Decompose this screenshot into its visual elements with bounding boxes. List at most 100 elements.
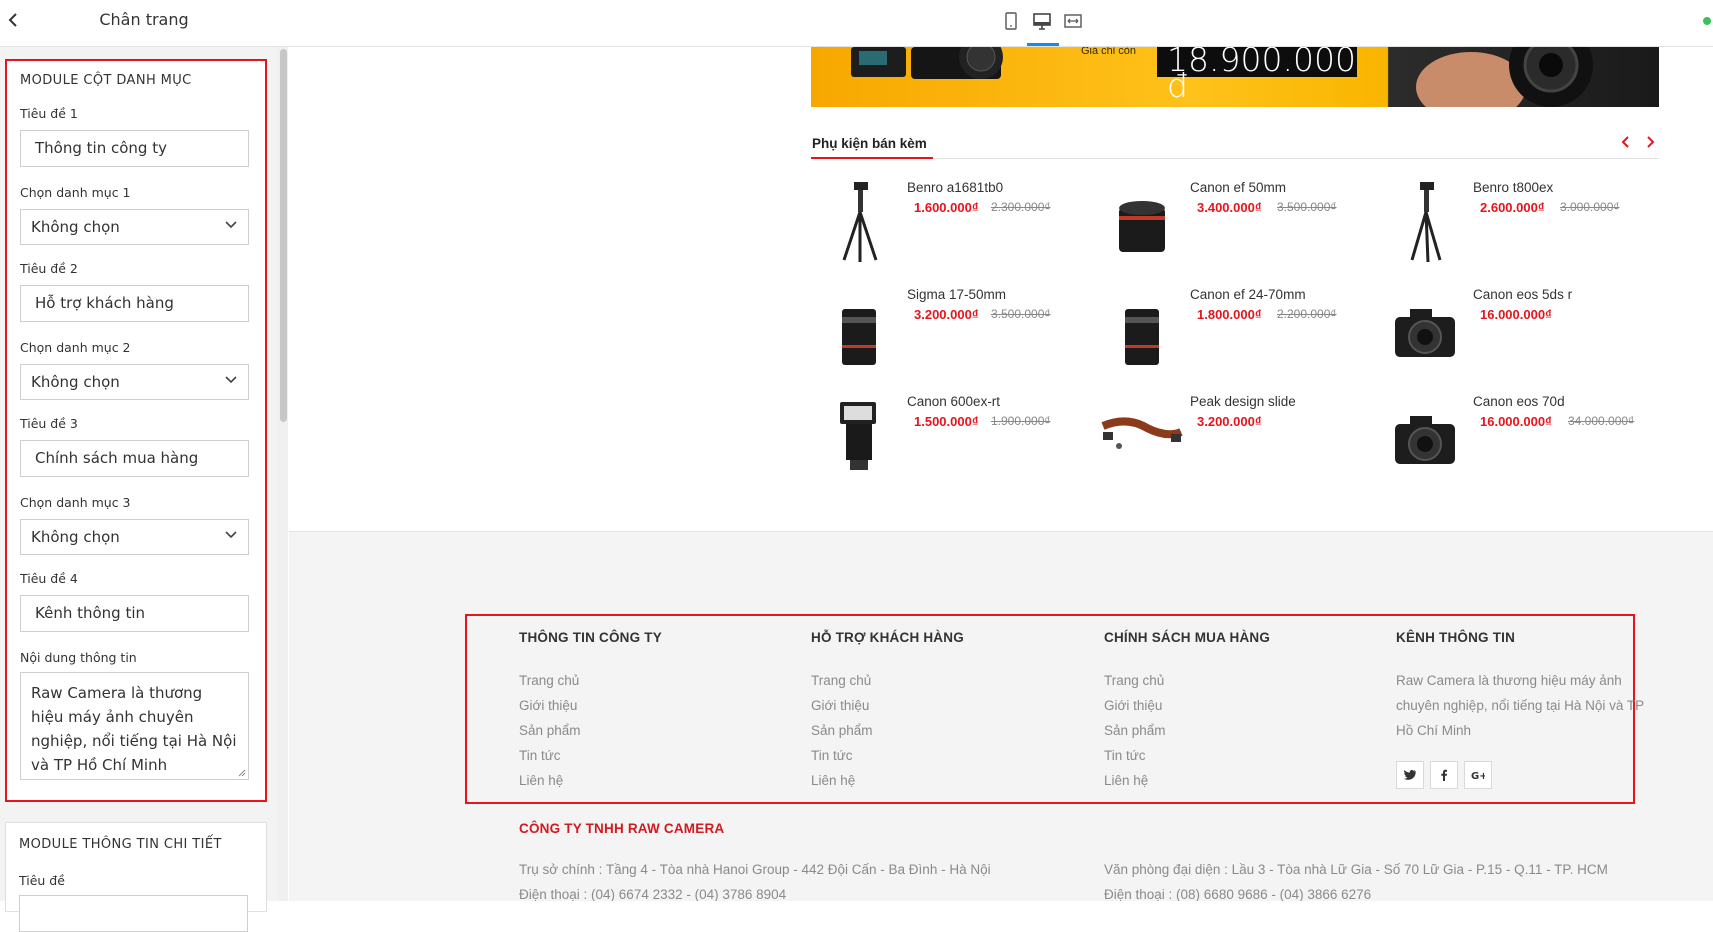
camera-icon bbox=[1395, 416, 1455, 464]
product-price: 16.000.000₫ bbox=[1480, 307, 1552, 322]
sidebar-header: Chân trang bbox=[0, 0, 288, 47]
google-plus-button[interactable]: G+ bbox=[1464, 761, 1492, 789]
category-1-select[interactable]: Không chọn bbox=[20, 209, 249, 245]
product-name[interactable]: Benro t800ex bbox=[1473, 180, 1553, 195]
tripod-icon bbox=[842, 182, 878, 262]
product-card[interactable]: Canon eos 5ds r 16.000.000₫ bbox=[1380, 285, 1650, 375]
fullwidth-icon[interactable] bbox=[1062, 10, 1084, 32]
camera-back-image bbox=[851, 47, 1003, 79]
product-price: 3.200.000₫ bbox=[914, 307, 979, 322]
product-old-price: 34.000.000₫ bbox=[1568, 414, 1635, 428]
module-detail-info: MODULE THÔNG TIN CHI TIẾT Tiêu đề bbox=[5, 822, 267, 932]
footer-link[interactable]: Liên hệ bbox=[811, 773, 855, 788]
category-1-value: Không chọn bbox=[31, 218, 120, 236]
sidebar-scrollbar[interactable] bbox=[278, 47, 288, 901]
site-footer: THÔNG TIN CÔNG TY Trang chủ Giới thiệu S… bbox=[289, 531, 1713, 901]
footer-link[interactable]: Tin tức bbox=[811, 748, 853, 763]
category-1-label: Chọn danh mục 1 bbox=[20, 185, 131, 200]
product-card[interactable]: Canon eos 70d 16.000.000₫ 34.000.000₫ bbox=[1380, 392, 1650, 482]
product-card[interactable]: Benro t800ex 2.600.000₫ 3.000.000₫ bbox=[1380, 178, 1650, 268]
product-card[interactable]: Canon ef 24-70mm 1.800.000₫ 2.200.000₫ bbox=[1097, 285, 1367, 375]
product-card[interactable]: Peak design slide 3.200.000₫ bbox=[1097, 392, 1367, 482]
resize-grip-icon[interactable] bbox=[238, 769, 246, 777]
title-1-input[interactable]: Thông tin công ty bbox=[20, 130, 249, 167]
product-price: 1.800.000₫ bbox=[1197, 307, 1262, 322]
product-name[interactable]: Benro a1681tb0 bbox=[907, 180, 1003, 195]
company-office-phone: Điện thoại : (08) 6680 9686 - (04) 3866 … bbox=[1104, 887, 1372, 901]
footer-link[interactable]: Tin tức bbox=[519, 748, 561, 763]
photographer-image bbox=[1416, 47, 1593, 107]
banner-caption: Giá chỉ còn bbox=[1081, 47, 1137, 57]
footer-link[interactable]: Liên hệ bbox=[519, 773, 563, 788]
product-name[interactable]: Canon ef 24-70mm bbox=[1190, 287, 1306, 302]
company-hq-phone: Điện thoại : (04) 6674 2332 - (04) 3786 … bbox=[519, 887, 787, 901]
title-2-input[interactable]: Hỗ trợ khách hàng bbox=[20, 285, 249, 322]
product-name[interactable]: Canon eos 5ds r bbox=[1473, 287, 1572, 302]
footer-link[interactable]: Sản phẩm bbox=[1104, 723, 1166, 738]
product-card[interactable]: Canon 600ex-rt 1.500.000₫ 1.900.000₫ bbox=[814, 392, 1084, 482]
category-2-select[interactable]: Không chọn bbox=[20, 364, 249, 400]
product-price: 2.600.000₫ bbox=[1480, 200, 1545, 215]
carousel-prev-button[interactable] bbox=[1618, 133, 1634, 151]
category-3-label: Chọn danh mục 3 bbox=[20, 495, 131, 510]
product-old-price: 2.300.000₫ bbox=[991, 200, 1051, 214]
footer-link[interactable]: Giới thiệu bbox=[519, 698, 577, 713]
zoom-lens-icon bbox=[842, 309, 876, 365]
carousel-next-button[interactable] bbox=[1642, 133, 1658, 151]
info-content-value: Raw Camera là thương hiệu máy ảnh chuyên… bbox=[31, 684, 237, 774]
mobile-icon[interactable] bbox=[1000, 10, 1022, 32]
promo-banner[interactable]: Giá chỉ còn 18.900.000 đ bbox=[811, 47, 1659, 107]
footer-link[interactable]: Trang chủ bbox=[811, 673, 871, 688]
google-plus-icon: G+ bbox=[1471, 771, 1485, 782]
product-card[interactable]: Benro a1681tb0 1.600.000₫ 2.300.000₫ bbox=[814, 178, 1084, 268]
product-price: 16.000.000₫ bbox=[1480, 414, 1552, 429]
product-price: 3.400.000₫ bbox=[1197, 200, 1262, 215]
zoom-lens-icon bbox=[1125, 309, 1159, 365]
accessories-heading: Phụ kiện bán kèm bbox=[812, 136, 927, 151]
desktop-icon[interactable] bbox=[1031, 10, 1053, 32]
category-3-select[interactable]: Không chọn bbox=[20, 519, 249, 555]
strap-icon bbox=[1101, 417, 1183, 449]
title-1-label: Tiêu đề 1 bbox=[20, 106, 78, 121]
footer-link[interactable]: Sản phẩm bbox=[519, 723, 581, 738]
product-old-price: 3.500.000₫ bbox=[1277, 200, 1337, 214]
product-name[interactable]: Canon ef 50mm bbox=[1190, 180, 1286, 195]
editor-sidebar: Chân trang MODULE CỘT DANH MỤC Tiêu đề 1… bbox=[0, 0, 288, 932]
camera-icon bbox=[1395, 309, 1455, 357]
product-name[interactable]: Sigma 17-50mm bbox=[907, 287, 1006, 302]
module-heading: MODULE CỘT DANH MỤC bbox=[20, 73, 192, 88]
footer-column-title: THÔNG TIN CÔNG TY bbox=[519, 630, 662, 645]
divider bbox=[811, 158, 1659, 159]
footer-link[interactable]: Trang chủ bbox=[519, 673, 579, 688]
scrollbar-thumb[interactable] bbox=[280, 49, 287, 422]
module-category-columns: MODULE CỘT DANH MỤC Tiêu đề 1 Thông tin … bbox=[5, 59, 267, 802]
module-heading: MODULE THÔNG TIN CHI TIẾT bbox=[19, 837, 222, 852]
footer-link[interactable]: Trang chủ bbox=[1104, 673, 1164, 688]
product-name[interactable]: Canon 600ex-rt bbox=[907, 394, 1000, 409]
footer-link[interactable]: Giới thiệu bbox=[1104, 698, 1162, 713]
footer-link[interactable]: Sản phẩm bbox=[811, 723, 873, 738]
chevron-left-icon bbox=[1621, 136, 1629, 148]
facebook-button[interactable] bbox=[1430, 761, 1458, 789]
footer-link[interactable]: Liên hệ bbox=[1104, 773, 1148, 788]
footer-link[interactable]: Tin tức bbox=[1104, 748, 1146, 763]
company-office-address: Văn phòng đại diện : Lầu 3 - Tòa nhà Lữ … bbox=[1104, 862, 1608, 877]
info-content-textarea[interactable]: Raw Camera là thương hiệu máy ảnh chuyên… bbox=[20, 672, 249, 780]
title-4-input[interactable]: Kênh thông tin bbox=[20, 595, 249, 632]
product-old-price: 2.200.000₫ bbox=[1277, 307, 1337, 321]
product-name[interactable]: Peak design slide bbox=[1190, 394, 1296, 409]
info-content-label: Nội dung thông tin bbox=[20, 650, 137, 665]
category-2-value: Không chọn bbox=[31, 373, 120, 391]
product-old-price: 3.500.000₫ bbox=[991, 307, 1051, 321]
product-old-price: 1.900.000₫ bbox=[991, 414, 1051, 428]
product-card[interactable]: Canon ef 50mm 3.400.000₫ 3.500.000₫ bbox=[1097, 178, 1367, 268]
product-name[interactable]: Canon eos 70d bbox=[1473, 394, 1565, 409]
title-3-input[interactable]: Chính sách mua hàng bbox=[20, 440, 249, 477]
title-3-label: Tiêu đề 3 bbox=[20, 416, 78, 431]
detail-title-label: Tiêu đề bbox=[19, 873, 65, 888]
footer-link[interactable]: Giới thiệu bbox=[811, 698, 869, 713]
twitter-button[interactable] bbox=[1396, 761, 1424, 789]
company-hq-address: Trụ sở chính : Tầng 4 - Tòa nhà Hanoi Gr… bbox=[519, 862, 991, 877]
product-card[interactable]: Sigma 17-50mm 3.200.000₫ 3.500.000₫ bbox=[814, 285, 1084, 375]
product-old-price: 3.000.000₫ bbox=[1560, 200, 1620, 214]
